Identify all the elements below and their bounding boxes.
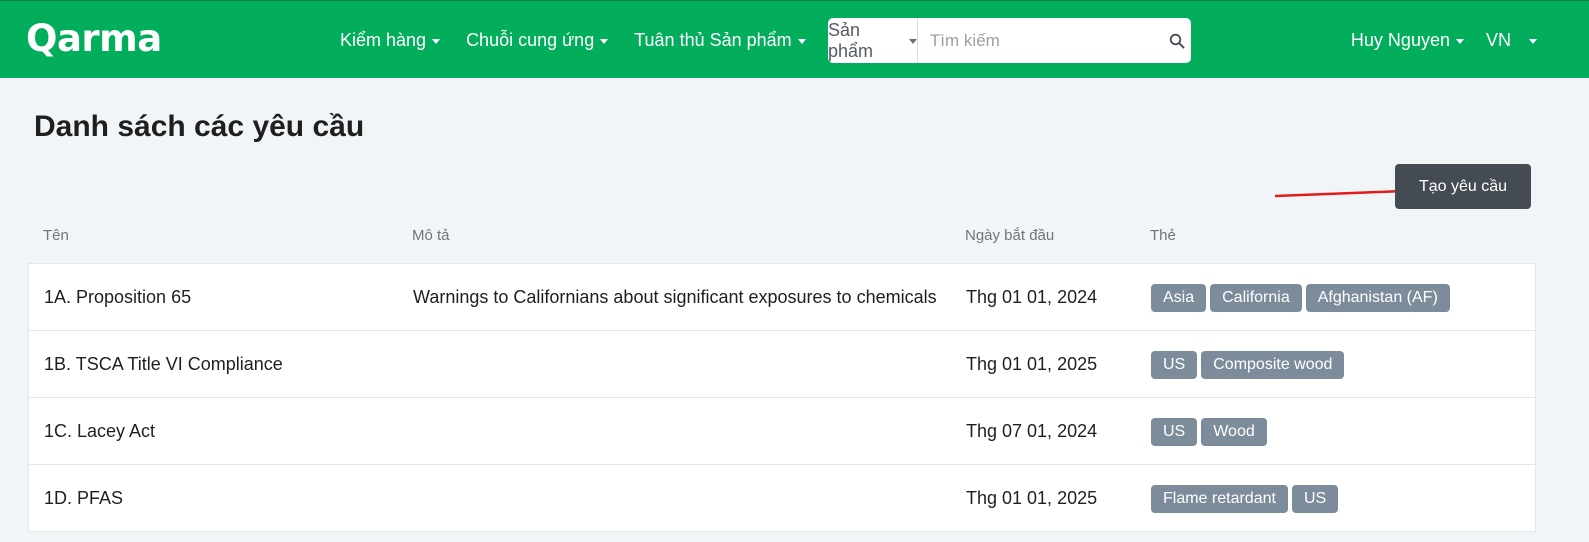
nav-item-label: Kiểm hàng — [340, 29, 427, 50]
column-header-description[interactable]: Mô tả — [412, 227, 450, 244]
main-nav: Kiểm hàng Chuỗi cung ứng Tuân thủ Sản ph… — [340, 1, 806, 79]
tag-badge[interactable]: Wood — [1201, 417, 1267, 446]
cell-name[interactable]: 1B. TSCA Title VI Compliance — [44, 331, 283, 398]
brand-logo[interactable]: Qarma — [26, 19, 162, 59]
search-box: Sản phẩm — [828, 18, 1191, 63]
search-scope-dropdown[interactable]: Sản phẩm — [828, 18, 918, 63]
chevron-down-icon — [797, 38, 806, 44]
cell-tags: US Composite wood — [1151, 331, 1345, 398]
column-header-start-date[interactable]: Ngày bắt đầu — [965, 227, 1054, 244]
language-menu[interactable]: VN — [1486, 30, 1537, 51]
search-scope-label: Sản phẩm — [828, 19, 874, 61]
tag-badge[interactable]: Composite wood — [1201, 350, 1345, 379]
nav-item-product-compliance[interactable]: Tuân thủ Sản phẩm — [634, 29, 806, 51]
cell-name[interactable]: 1C. Lacey Act — [44, 398, 155, 465]
column-header-name[interactable]: Tên — [43, 227, 69, 244]
search-button[interactable] — [1163, 18, 1191, 63]
nav-item-inspection[interactable]: Kiểm hàng — [340, 29, 441, 51]
search-icon — [1169, 33, 1185, 48]
column-header-tags[interactable]: Thẻ — [1150, 227, 1176, 244]
top-navbar: Qarma Kiểm hàng Chuỗi cung ứng Tuân thủ … — [0, 0, 1589, 78]
language-label: VN — [1485, 29, 1511, 50]
chevron-down-icon — [600, 38, 609, 44]
chevron-down-icon — [1529, 38, 1537, 44]
search-input[interactable] — [917, 18, 1163, 63]
page-title: Danh sách các yêu cầu — [34, 110, 365, 143]
tag-badge[interactable]: Asia — [1151, 283, 1207, 312]
user-name: Huy Nguyen — [1350, 29, 1450, 50]
tag-badge[interactable]: Afghanistan (AF) — [1305, 283, 1450, 312]
nav-item-label: Tuân thủ Sản phẩm — [634, 29, 792, 50]
tag-badge[interactable]: US — [1291, 484, 1339, 513]
chevron-down-icon — [1455, 38, 1464, 44]
tag-badge[interactable]: California — [1210, 283, 1302, 312]
create-request-button[interactable]: Tạo yêu cầu — [1395, 164, 1531, 209]
table-row[interactable]: 1B. TSCA Title VI Compliance Thg 01 01, … — [29, 331, 1535, 398]
tag-badge[interactable]: US — [1151, 417, 1198, 446]
cell-name[interactable]: 1A. Proposition 65 — [44, 264, 191, 331]
table-row[interactable]: 1A. Proposition 65 Warnings to Californi… — [29, 264, 1535, 331]
requests-table: 1A. Proposition 65 Warnings to Californi… — [28, 263, 1536, 532]
tag-badge[interactable]: Flame retardant — [1151, 484, 1288, 513]
cell-start-date: Thg 07 01, 2024 — [966, 421, 1098, 441]
cell-tags: US Wood — [1151, 398, 1267, 465]
table-header: Tên Mô tả Ngày bắt đầu Thẻ — [28, 222, 1536, 250]
cell-description: Warnings to Californians about significa… — [413, 287, 937, 307]
table-row[interactable]: 1D. PFAS Thg 01 01, 2025 Flame retardant… — [29, 465, 1535, 532]
cell-tags: Asia California Afghanistan (AF) — [1151, 264, 1450, 331]
table-row[interactable]: 1C. Lacey Act Thg 07 01, 2024 US Wood — [29, 398, 1535, 465]
user-menu[interactable]: Huy Nguyen — [1351, 30, 1464, 51]
cell-name[interactable]: 1D. PFAS — [44, 465, 123, 532]
cell-start-date: Thg 01 01, 2025 — [966, 488, 1098, 508]
cell-tags: Flame retardant US — [1151, 465, 1339, 532]
nav-item-supply-chain[interactable]: Chuỗi cung ứng — [466, 29, 609, 51]
cell-start-date: Thg 01 01, 2025 — [966, 354, 1098, 374]
brand-logo-text: Qarma — [26, 17, 162, 60]
tag-badge[interactable]: US — [1151, 350, 1198, 379]
cell-start-date: Thg 01 01, 2024 — [966, 287, 1098, 307]
chevron-down-icon — [908, 39, 917, 44]
chevron-down-icon — [432, 38, 441, 44]
nav-item-label: Chuỗi cung ứng — [466, 29, 595, 50]
nav-right: Huy Nguyen VN — [1351, 1, 1537, 79]
